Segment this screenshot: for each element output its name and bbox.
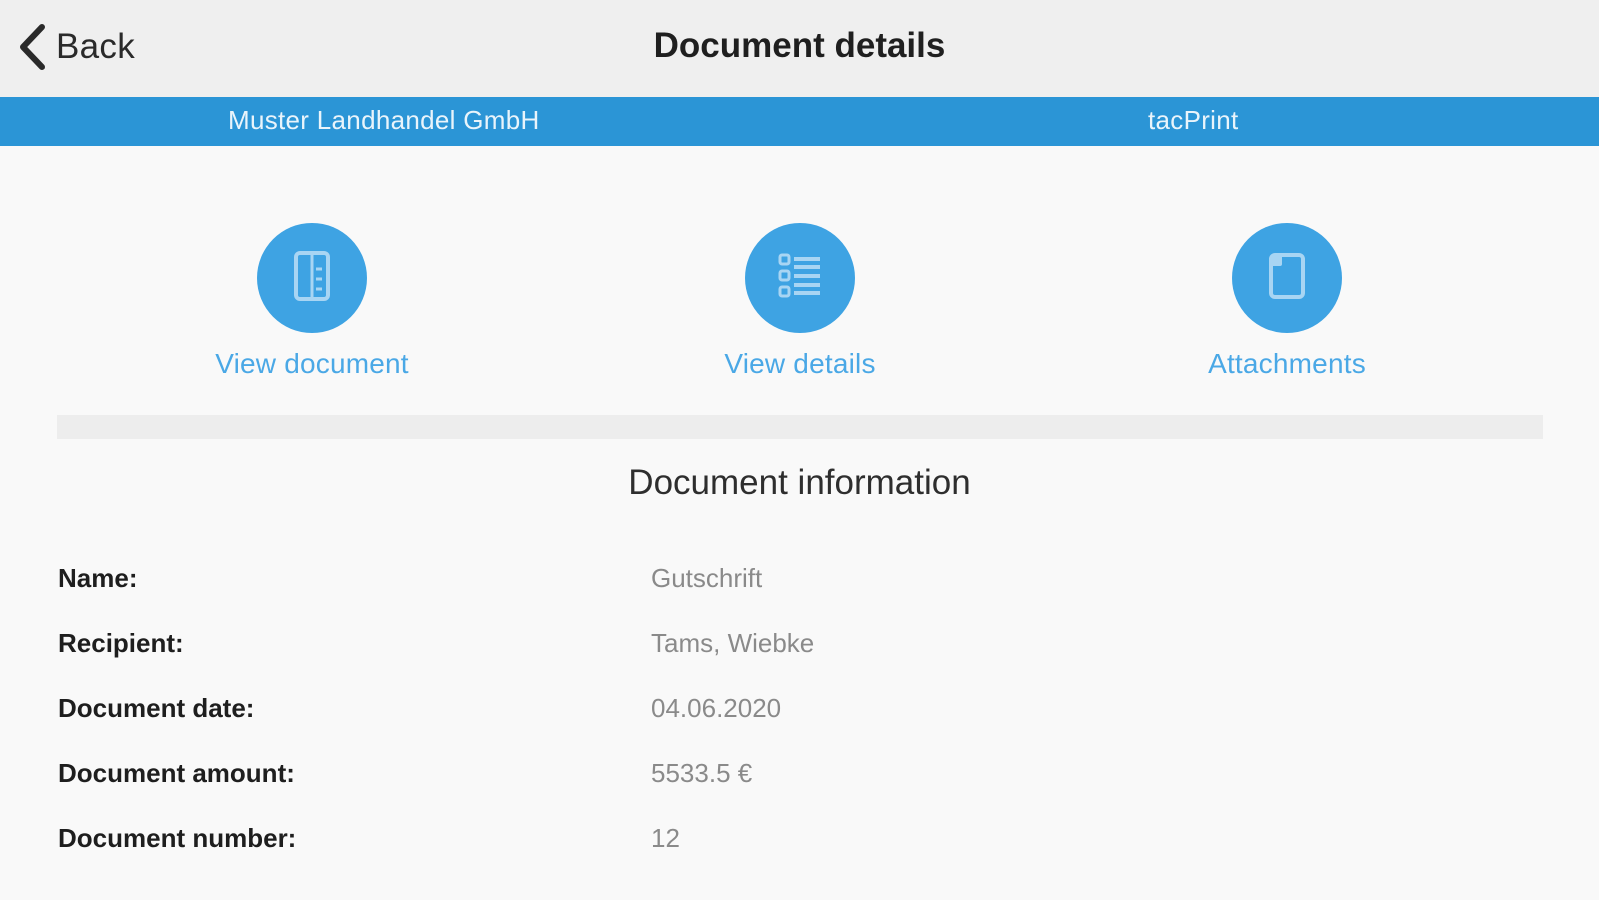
attachment-icon [1267,251,1307,306]
info-row-document-number: Document number: 12 [58,823,1538,863]
page-title: Document details [653,26,946,65]
app-name: tacPrint [1148,105,1239,135]
attachments-circle[interactable] [1232,223,1342,333]
info-label: Document date: [58,693,255,723]
attachments-button[interactable]: Attachments [1127,223,1447,380]
view-details-label[interactable]: View details [640,348,960,380]
info-value: Gutschrift [651,563,763,593]
info-value: Tams, Wiebke [651,628,815,658]
section-divider [57,415,1543,439]
list-icon [778,253,822,304]
document-icon [290,249,334,308]
company-name: Muster Landhandel GmbH [228,105,540,135]
view-document-label[interactable]: View document [152,348,472,380]
info-label: Document amount: [58,758,295,788]
info-value: 04.06.2020 [651,693,782,723]
info-row-document-amount: Document amount: 5533.5 € [58,758,1538,798]
info-row-name: Name: Gutschrift [58,563,1538,603]
info-value: 12 [651,823,680,853]
info-label: Name: [58,563,138,593]
info-label: Recipient: [58,628,184,658]
view-document-button[interactable]: View document [152,223,472,380]
attachments-label[interactable]: Attachments [1127,348,1447,380]
info-row-recipient: Recipient: Tams, Wiebke [58,628,1538,668]
section-title: Document information [628,463,971,502]
view-details-circle[interactable] [745,223,855,333]
info-row-document-date: Document date: 04.06.2020 [58,693,1538,733]
company-bar: Muster Landhandel GmbH tacPrint [0,97,1599,146]
info-label: Document number: [58,823,297,853]
view-details-button[interactable]: View details [640,223,960,380]
info-value: 5533.5 € [651,758,753,788]
navigation-bar: Back Document details [0,0,1599,97]
view-document-circle[interactable] [257,223,367,333]
